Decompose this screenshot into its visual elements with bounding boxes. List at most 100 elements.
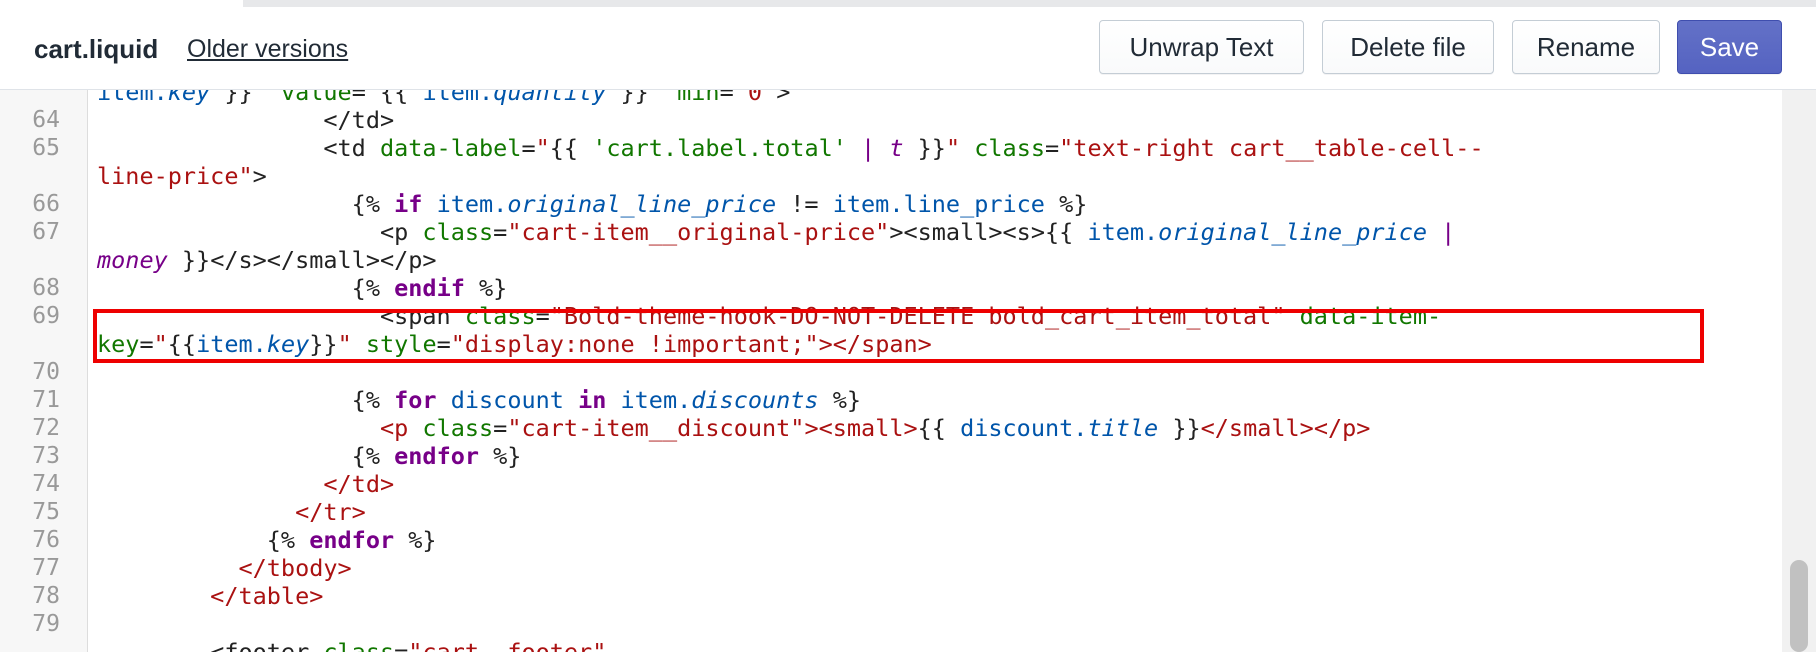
code-line[interactable]: </tr> <box>97 498 366 526</box>
line-number: 72 <box>32 415 60 441</box>
code-token: item. <box>422 190 508 218</box>
code-line[interactable]: </table> <box>97 582 323 610</box>
code-token: != <box>776 190 833 218</box>
code-token: " <box>535 134 550 162</box>
code-token: endfor <box>394 442 480 470</box>
code-editor[interactable]: 64 65 66 67 68 69 70 71 72 73 74 75 76 77 78 79 item.ke… <box>0 90 1782 652</box>
code-line[interactable]: {% endfor %} <box>97 442 522 470</box>
code-token: item. <box>1087 218 1159 246</box>
code-token: {% <box>97 526 310 554</box>
code-token: = <box>493 218 508 246</box>
line-number: 73 <box>32 443 60 469</box>
code-token: }}" <box>210 90 281 106</box>
code-line[interactable]: <td data-label="{{ 'cart.label.total' | … <box>97 134 1484 162</box>
code-token: discounts <box>691 386 819 414</box>
code-token: "cart-item__discount" <box>507 414 805 442</box>
code-token: endif <box>394 274 465 302</box>
code-token: "text-right cart__table-cell-- <box>1059 134 1484 162</box>
code-token: "cart__footer" <box>408 638 607 652</box>
code-token: " <box>945 134 975 162</box>
code-line[interactable]: money }}</s></small></p> <box>97 246 437 274</box>
code-token: {{ <box>549 134 593 162</box>
code-token: item. <box>97 90 168 106</box>
code-line[interactable]: <p class="cart-item__original-price"><sm… <box>97 218 1455 246</box>
code-line[interactable]: line-price"> <box>97 162 267 190</box>
code-token: discount <box>436 386 579 414</box>
code-line[interactable]: <footer class="cart__footer" <box>97 638 606 652</box>
code-token: quantity <box>493 90 607 106</box>
line-number: 70 <box>32 359 60 385</box>
code-line[interactable]: item.key }}" value="{{ item.quantity }}"… <box>97 90 790 106</box>
code-token: ><small><s>{{ <box>889 218 1088 246</box>
line-number: 71 <box>32 387 60 413</box>
line-number: 77 <box>32 555 60 581</box>
code-token: }} <box>1158 414 1201 442</box>
code-token: {% <box>97 386 395 414</box>
code-token: = <box>493 414 508 442</box>
code-token: value <box>280 90 352 106</box>
code-token: | <box>846 134 890 162</box>
line-number: 69 <box>32 303 60 329</box>
code-line[interactable]: <p class="cart-item__discount"><small>{{… <box>97 414 1370 442</box>
code-token: {{ <box>380 90 423 106</box>
code-token: class <box>974 134 1045 162</box>
code-token: ><small> <box>804 414 918 442</box>
line-number: 79 <box>32 611 60 637</box>
code-token: " <box>648 90 678 106</box>
code-token: </tr> <box>97 498 366 526</box>
editor-toolbar: cart.liquid Older versions Unwrap Text D… <box>0 7 1816 90</box>
code-token: "cart-item__original-price" <box>507 218 890 246</box>
code-token: <p <box>97 218 423 246</box>
code-line[interactable]: {% endif %} <box>97 274 508 302</box>
line-number: 78 <box>32 583 60 609</box>
code-token: =" <box>351 90 380 106</box>
line-number: 66 <box>32 191 60 217</box>
code-line[interactable]: </td> <box>97 470 394 498</box>
code-token: = <box>521 134 536 162</box>
code-token: > <box>252 162 267 190</box>
line-number: 64 <box>32 107 60 133</box>
top-strip <box>243 0 1816 7</box>
code-token: min <box>677 90 720 106</box>
code-token: 'cart.label.total' <box>592 134 847 162</box>
code-token: title <box>1087 414 1159 442</box>
code-token: discount. <box>960 414 1088 442</box>
code-token: %} <box>464 274 508 302</box>
code-token: class <box>422 218 494 246</box>
code-token: line-price" <box>97 162 253 190</box>
line-number: 67 <box>32 219 60 245</box>
line-number: 74 <box>32 471 60 497</box>
code-token: }}</s></small></p> <box>167 246 437 274</box>
code-token: }} <box>903 134 946 162</box>
older-versions-link[interactable]: Older versions <box>187 35 348 64</box>
code-line[interactable]: {% for discount in item.discounts %} <box>97 386 861 414</box>
code-token: = <box>394 638 409 652</box>
scrollbar-thumb[interactable] <box>1790 560 1808 652</box>
code-token: %} <box>479 442 522 470</box>
code-token: original_line_price <box>1158 218 1427 246</box>
code-token: </small></p> <box>1200 414 1371 442</box>
line-number: 75 <box>32 499 60 525</box>
code-token: {% <box>97 190 395 218</box>
unwrap-text-button[interactable]: Unwrap Text <box>1099 20 1304 74</box>
code-line[interactable]: {% if item.original_line_price != item.l… <box>97 190 1088 218</box>
code-line[interactable]: {% endfor %} <box>97 526 437 554</box>
code-token: %} <box>1044 190 1088 218</box>
code-token: original_line_price <box>507 190 777 218</box>
code-token: </table> <box>97 582 324 610</box>
save-button[interactable]: Save <box>1677 20 1782 74</box>
code-token: }} <box>606 90 649 106</box>
code-token: "0" <box>733 90 777 106</box>
code-token: </td> <box>97 470 395 498</box>
code-token: key <box>167 90 211 106</box>
rename-button[interactable]: Rename <box>1512 20 1660 74</box>
line-number: 76 <box>32 527 60 553</box>
code-token: {% <box>97 442 395 470</box>
code-token: %} <box>818 386 862 414</box>
code-token: class <box>422 414 494 442</box>
code-token: class <box>323 638 395 652</box>
code-line[interactable]: </tbody> <box>97 554 351 582</box>
delete-file-button[interactable]: Delete file <box>1322 20 1494 74</box>
code-line[interactable]: </td> <box>97 106 394 134</box>
code-token: <td <box>97 134 380 162</box>
